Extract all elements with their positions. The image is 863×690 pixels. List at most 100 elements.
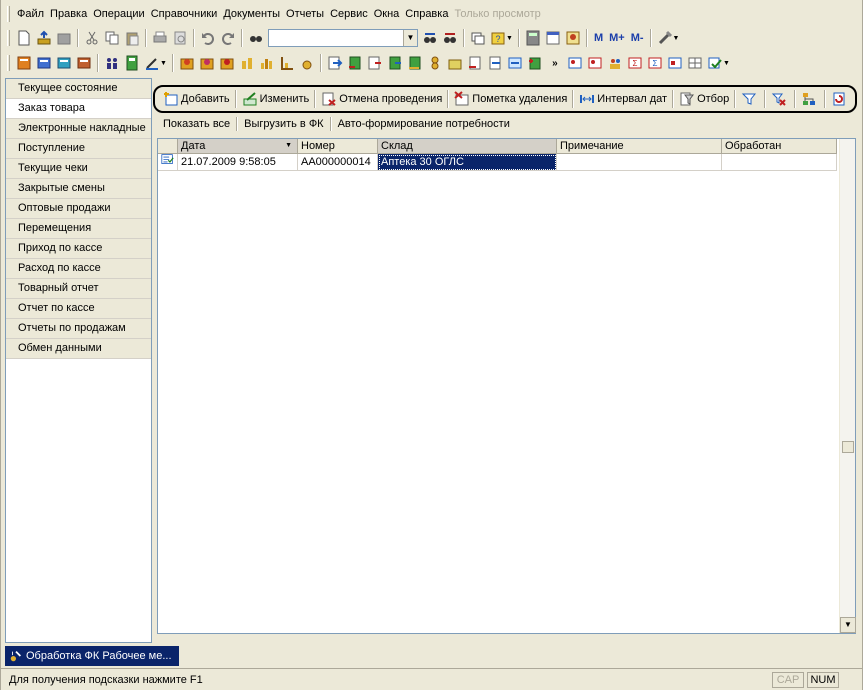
menu-reports[interactable]: Отчеты (283, 5, 327, 23)
memory-subtract-button[interactable]: M- (628, 32, 647, 44)
ref-prices-icon[interactable]: Σ (626, 54, 644, 72)
menu-windows[interactable]: Окна (371, 5, 403, 23)
menubar-grip[interactable] (7, 6, 10, 22)
ref-dropdown-arrow[interactable]: ▼ (723, 60, 730, 67)
vertical-scrollbar[interactable]: ▼ (839, 139, 856, 633)
windows-icon[interactable] (469, 29, 487, 47)
menu-documents[interactable]: Документы (220, 5, 283, 23)
table-row[interactable]: 21.07.2009 9:58:05 АА000000014 Аптека 30… (158, 154, 837, 171)
undo-icon[interactable] (199, 29, 217, 47)
sidebar-item-receipts[interactable]: Поступление (6, 139, 151, 159)
documents-table[interactable]: Дата ▼ Номер Склад Примечание Обработан … (157, 138, 856, 634)
sidebar-item-wholesale[interactable]: Оптовые продажи (6, 199, 151, 219)
search-input[interactable]: ▼ (268, 29, 418, 47)
find-next-icon[interactable] (421, 29, 439, 47)
tools-icon[interactable] (656, 29, 674, 47)
cell-warehouse[interactable]: Аптека 30 ОГЛС (378, 154, 557, 171)
doc-transfer-icon[interactable] (326, 54, 344, 72)
doc-stock-icon[interactable] (238, 54, 256, 72)
cell-note[interactable] (557, 154, 722, 171)
edit-pen-icon[interactable] (143, 54, 161, 72)
cell-number[interactable]: АА000000014 (298, 154, 378, 171)
search-dropdown-button[interactable]: ▼ (403, 30, 417, 46)
mark-delete-button[interactable]: Пометка удаления (451, 89, 570, 109)
doc-incoming-icon[interactable] (366, 54, 384, 72)
calculator-icon[interactable] (524, 29, 542, 47)
register-teal-icon[interactable] (55, 54, 73, 72)
doc-outgoing-icon[interactable] (386, 54, 404, 72)
hierarchy-button[interactable] (798, 89, 822, 109)
toolbar2-grip[interactable] (7, 55, 10, 71)
clear-filter-button[interactable] (768, 89, 792, 109)
auto-form-button[interactable]: Авто-формирование потребности (332, 118, 516, 130)
sidebar-item-data-exchange[interactable]: Обмен данными (6, 339, 151, 359)
sidebar-item-electronic-invoices[interactable]: Электронные накладные (6, 119, 151, 139)
show-all-button[interactable]: Показать все (157, 118, 236, 130)
print-icon[interactable] (151, 29, 169, 47)
edit-dropdown-arrow[interactable]: ▼ (160, 60, 167, 67)
table-header-number[interactable]: Номер (298, 139, 378, 154)
ref-list-icon[interactable] (666, 54, 684, 72)
calculator-doc-icon[interactable] (123, 54, 141, 72)
menu-file[interactable]: Файл (14, 5, 47, 23)
doc-sales-icon[interactable] (486, 54, 504, 72)
sidebar-item-goods-order[interactable]: Заказ товара (6, 99, 151, 119)
sidebar-item-transfers[interactable]: Перемещения (6, 219, 151, 239)
save-icon[interactable] (55, 29, 73, 47)
help-icon[interactable]: ? (489, 29, 507, 47)
refresh-button[interactable] (828, 89, 852, 109)
cancel-posting-button[interactable]: Отмена проведения (318, 89, 445, 109)
register-orange-icon[interactable] (75, 54, 93, 72)
menu-catalogs[interactable]: Справочники (148, 5, 221, 23)
doc-report-icon[interactable] (466, 54, 484, 72)
sidebar-item-sales-reports[interactable]: Отчеты по продажам (6, 319, 151, 339)
cut-icon[interactable] (83, 29, 101, 47)
scroll-down-button[interactable]: ▼ (840, 617, 856, 633)
sidebar-item-current-checks[interactable]: Текущие чеки (6, 159, 151, 179)
ref-table-icon[interactable] (686, 54, 704, 72)
sidebar-item-cash-income[interactable]: Приход по кассе (6, 239, 151, 259)
menu-edit[interactable]: Правка (47, 5, 90, 23)
ref-staff-icon[interactable] (606, 54, 624, 72)
sidebar-item-cash-expense[interactable]: Расход по кассе (6, 259, 151, 279)
ref-items-icon[interactable] (566, 54, 584, 72)
table-header-note[interactable]: Примечание (557, 139, 722, 154)
new-document-icon[interactable] (15, 29, 33, 47)
scrollbar-thumb[interactable] (842, 441, 854, 453)
doc-exchange-icon[interactable] (506, 54, 524, 72)
date-interval-button[interactable]: Интервал дат (576, 89, 670, 109)
ref-partners-icon[interactable] (586, 54, 604, 72)
table-header-date[interactable]: Дата ▼ (178, 139, 298, 154)
sidebar-item-closed-shifts[interactable]: Закрытые смены (6, 179, 151, 199)
doc-stats-icon[interactable] (258, 54, 276, 72)
toolbar-overflow-icon[interactable]: » (546, 54, 564, 72)
paste-icon[interactable] (123, 29, 141, 47)
ref-check-icon[interactable] (706, 54, 724, 72)
doc-chart-icon[interactable] (278, 54, 296, 72)
user-info-icon[interactable] (564, 29, 582, 47)
find-prev-icon[interactable] (441, 29, 459, 47)
doc-order-icon[interactable] (198, 54, 216, 72)
doc-coins-icon[interactable] (426, 54, 444, 72)
find-icon[interactable] (247, 29, 265, 47)
table-header-warehouse[interactable]: Склад (378, 139, 557, 154)
journal-icon[interactable] (15, 54, 33, 72)
cell-date[interactable]: 21.07.2009 9:58:05 (178, 154, 298, 171)
filter-by-value-button[interactable] (738, 89, 762, 109)
cell-processed[interactable] (722, 154, 837, 171)
export-fk-button[interactable]: Выгрузить в ФК (238, 118, 329, 130)
edit-button[interactable]: Изменить (239, 89, 313, 109)
doc-receipt-icon[interactable] (178, 54, 196, 72)
sidebar-item-current-state[interactable]: Текущее состояние (6, 79, 151, 99)
register-blue-icon[interactable] (35, 54, 53, 72)
users-icon[interactable] (103, 54, 121, 72)
redo-icon[interactable] (219, 29, 237, 47)
calendar-icon[interactable] (544, 29, 562, 47)
doc-cash-icon[interactable] (446, 54, 464, 72)
toolbar-grip[interactable] (7, 30, 10, 46)
print-preview-icon[interactable] (171, 29, 189, 47)
doc-money-icon[interactable] (298, 54, 316, 72)
menu-operations[interactable]: Операции (90, 5, 147, 23)
copy-icon[interactable] (103, 29, 121, 47)
doc-return-icon[interactable] (218, 54, 236, 72)
